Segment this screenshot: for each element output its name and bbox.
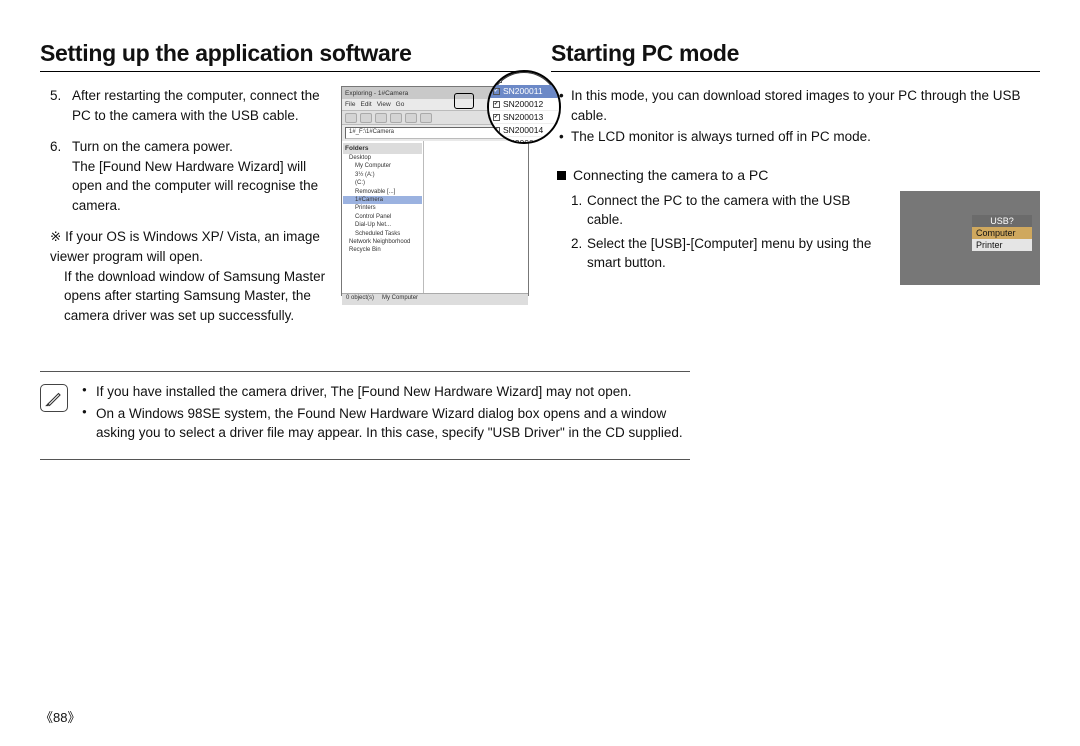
toolbar-up-icon (375, 113, 387, 123)
os-note: ※ If your OS is Windows XP/ Vista, an im… (50, 227, 331, 325)
explorer-title: Exploring - 1#Camera (345, 90, 408, 97)
tree-item: Network Neighborhood (343, 238, 422, 246)
tree-item: 3½ (A:) (343, 171, 422, 179)
tree-item: Scheduled Tasks (343, 230, 422, 238)
tree-item: Recycle Bin (343, 246, 422, 254)
tree-item: Removable [...] (343, 188, 422, 196)
mag-item-4: SN200014 (489, 124, 559, 137)
square-bullet-icon (557, 171, 566, 180)
tree-item: (C:) (343, 179, 422, 187)
explorer-tree: Folders Desktop My Computer 3½ (A:) (C:)… (342, 141, 424, 293)
tree-item: Desktop (343, 154, 422, 162)
tree-item: Printers (343, 204, 422, 212)
explorer-screenshot: × SN200011 SN200012 SN200013 SN200014 SN… (341, 86, 529, 296)
lcd-menu-item-computer: Computer (972, 227, 1032, 239)
subsection-label: Connecting the camera to a PC (573, 167, 768, 183)
right-section-title: Starting PC mode (551, 40, 1040, 72)
camera-lcd-mock: USB? Computer Printer (900, 191, 1040, 285)
left-column: Setting up the application software 5. A… (40, 40, 529, 460)
step-6-number: 6. (50, 137, 61, 157)
menu-view: View (377, 101, 391, 108)
right-step-2: 2.Select the [USB]-[Computer] menu by us… (571, 234, 888, 273)
tree-item: Control Panel (343, 213, 422, 221)
mag-item-2: SN200012 (489, 98, 559, 111)
right-bullet-1: In this mode, you can download stored im… (559, 86, 1040, 125)
window-button-mini: × (493, 74, 502, 83)
right-step-2-num: 2. (571, 234, 582, 254)
step-6-line2: The [Found New Hardware Wizard] will ope… (72, 157, 331, 216)
right-step-1-num: 1. (571, 191, 582, 211)
note-icon (40, 384, 68, 412)
explorer-body: Folders Desktop My Computer 3½ (A:) (C:)… (342, 141, 528, 293)
toolbar-back-icon (345, 113, 357, 123)
right-step-1: 1.Connect the PC to the camera with the … (571, 191, 888, 230)
os-note-line2: If the download window of Samsung Master… (50, 267, 331, 326)
menu-file: File (345, 101, 355, 108)
mag-item-1: SN200011 (489, 85, 559, 98)
magnifier-callout: × SN200011 SN200012 SN200013 SN200014 SN… (487, 70, 561, 144)
explorer-content-pane (424, 141, 528, 293)
tree-item-selected: 1#Camera (343, 196, 422, 204)
toolbar-copy-icon (405, 113, 417, 123)
right-bullets: In this mode, you can download stored im… (551, 86, 1040, 147)
note-list: If you have installed the camera driver,… (82, 382, 690, 445)
tree-item: Dial-Up Net... (343, 221, 422, 229)
tree-item: My Computer (343, 162, 422, 170)
mag-item-1-label: SN200011 (503, 86, 543, 96)
note-item-1: If you have installed the camera driver,… (82, 382, 690, 402)
toolbar-fwd-icon (360, 113, 372, 123)
mag-item-3-label: SN200013 (503, 112, 543, 122)
step-list: 5. After restarting the computer, connec… (50, 86, 331, 215)
tree-header: Folders (343, 143, 422, 154)
menu-edit: Edit (360, 101, 371, 108)
page-number: 《88》 (40, 707, 80, 726)
step-5-number: 5. (50, 86, 61, 106)
mag-item-4-label: SN200014 (503, 125, 543, 135)
note-item-2: On a Windows 98SE system, the Found New … (82, 404, 690, 443)
step-5-text: After restarting the computer, connect t… (72, 88, 320, 123)
status-left: 0 object(s) (346, 295, 374, 304)
lcd-menu-item-printer: Printer (972, 239, 1032, 251)
menu-go: Go (396, 101, 405, 108)
os-note-line1: If your OS is Windows XP/ Vista, an imag… (50, 229, 320, 264)
step-6-line1: Turn on the camera power. (72, 137, 331, 157)
lcd-menu: USB? Computer Printer (972, 215, 1032, 251)
lcd-menu-header: USB? (972, 215, 1032, 227)
right-step-2-text: Select the [USB]-[Computer] menu by usin… (587, 236, 871, 271)
left-text-block: 5. After restarting the computer, connec… (40, 86, 331, 325)
two-column-layout: Setting up the application software 5. A… (40, 40, 1040, 460)
step-6: 6. Turn on the camera power. The [Found … (72, 137, 331, 215)
mag-item-2-label: SN200012 (503, 99, 543, 109)
explorer-statusbar: 0 object(s) My Computer (342, 293, 528, 305)
toolbar-paste-icon (420, 113, 432, 123)
status-right: My Computer (382, 295, 418, 304)
right-content-row: 1.Connect the PC to the camera with the … (551, 191, 1040, 285)
left-section-title: Setting up the application software (40, 40, 529, 72)
subsection-heading: Connecting the camera to a PC (557, 167, 1040, 183)
magnifier-reticle (454, 93, 474, 109)
toolbar-cut-icon (390, 113, 402, 123)
right-bullet-2: The LCD monitor is always turned off in … (559, 127, 1040, 147)
step-5: 5. After restarting the computer, connec… (72, 86, 331, 125)
right-step-1-text: Connect the PC to the camera with the US… (587, 193, 850, 228)
left-content-row: 5. After restarting the computer, connec… (40, 86, 529, 325)
right-step-list: 1.Connect the PC to the camera with the … (571, 191, 888, 273)
manual-page: Setting up the application software 5. A… (0, 0, 1080, 746)
right-steps: 1.Connect the PC to the camera with the … (571, 191, 888, 277)
os-note-marker: ※ (50, 229, 61, 244)
mag-item-3: SN200013 (489, 111, 559, 124)
